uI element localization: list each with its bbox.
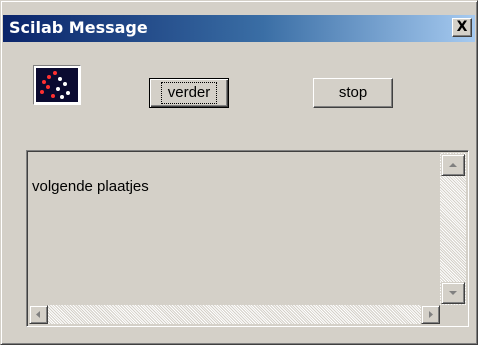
stop-button[interactable]: stop — [313, 78, 393, 108]
arrow-left-icon — [36, 311, 40, 318]
message-text-area[interactable]: volgende plaatjes — [26, 150, 469, 327]
window-title: Scilab Message — [9, 18, 148, 37]
icon-dot — [60, 95, 64, 99]
message-text: volgende plaatjes — [32, 178, 149, 195]
scroll-right-button[interactable] — [421, 305, 440, 324]
scilab-app-icon — [33, 65, 81, 105]
icon-dot — [63, 82, 67, 86]
icon-dot — [66, 91, 70, 95]
icon-dot — [40, 90, 44, 94]
verder-button[interactable]: verder — [149, 78, 229, 108]
scroll-up-button[interactable] — [441, 154, 465, 176]
icon-dot — [58, 77, 62, 81]
scroll-left-button[interactable] — [29, 305, 48, 324]
icon-dot — [56, 87, 60, 91]
icon-dot — [42, 80, 46, 84]
arrow-right-icon — [429, 311, 433, 318]
stop-button-label: stop — [338, 84, 368, 101]
icon-dot — [46, 85, 50, 89]
icon-dot — [47, 75, 51, 79]
arrow-down-icon — [449, 291, 457, 295]
app-icon-graphic — [36, 68, 78, 102]
vertical-scrollbar[interactable] — [440, 153, 466, 305]
horizontal-scrollbar[interactable] — [29, 305, 440, 324]
icon-dot — [51, 94, 55, 98]
scrollbar-corner — [440, 305, 466, 324]
close-button[interactable]: X — [452, 18, 472, 37]
verder-button-label: verder — [160, 82, 218, 104]
scilab-message-dialog: Scilab Message X verder stop volgende pl… — [0, 0, 478, 345]
title-bar[interactable]: Scilab Message X — [3, 15, 475, 42]
scroll-down-button[interactable] — [441, 282, 465, 304]
icon-dot — [53, 71, 57, 75]
close-icon: X — [456, 19, 468, 35]
arrow-up-icon — [449, 163, 457, 167]
